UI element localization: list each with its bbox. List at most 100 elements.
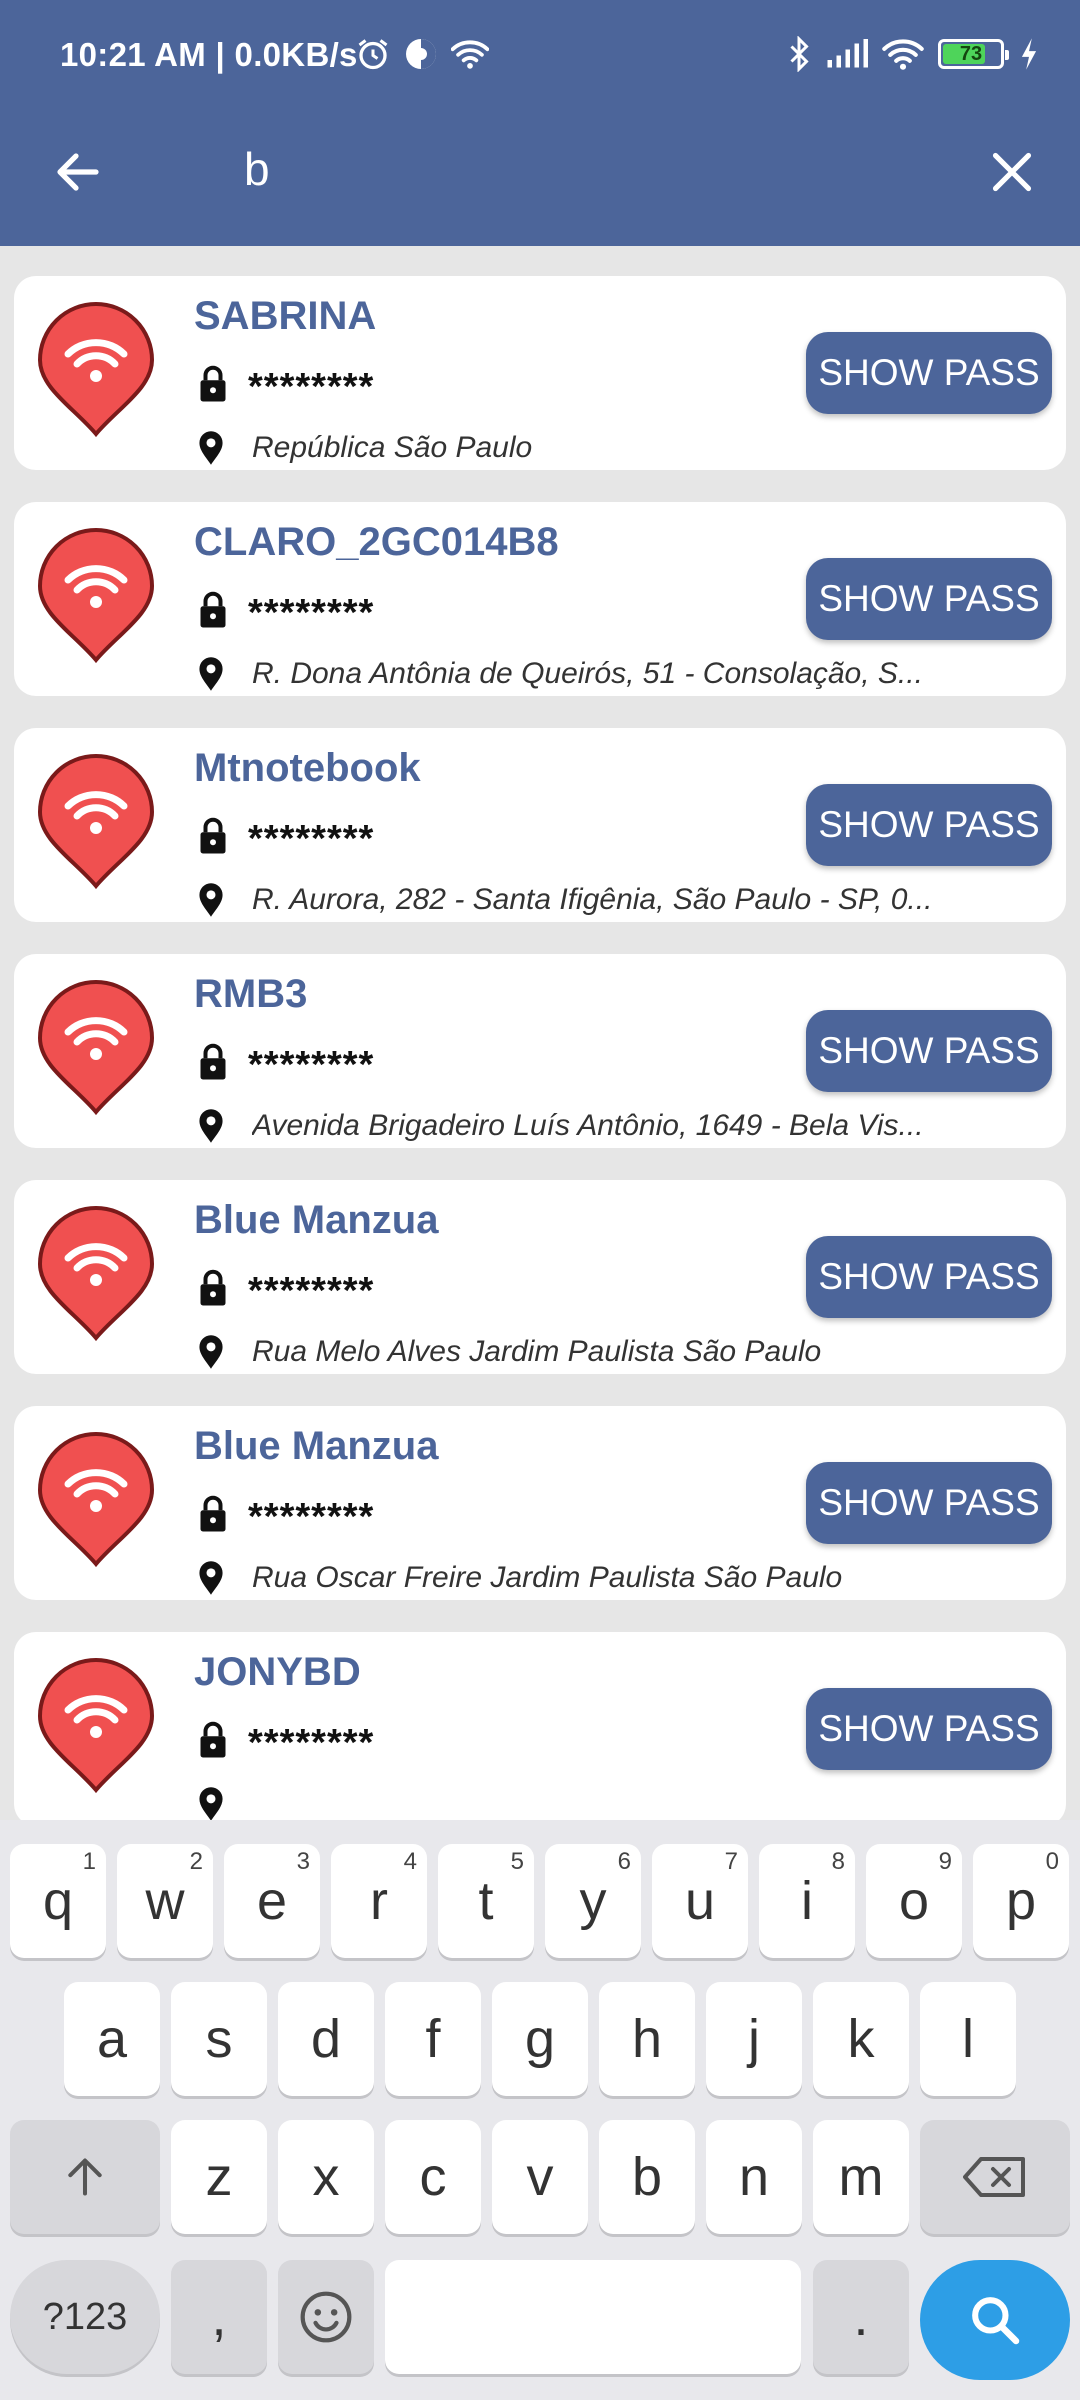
password-row: ******** — [198, 1040, 374, 1086]
key-label: r — [370, 1871, 388, 1931]
alarm-icon — [358, 39, 388, 70]
key-label: e — [256, 1871, 288, 1931]
key-label: o — [898, 1871, 930, 1931]
password-row: ******** — [198, 1492, 374, 1538]
password-mask: ******** — [248, 366, 375, 408]
key-b[interactable]: b — [599, 2120, 695, 2234]
key-a[interactable]: a — [64, 1982, 160, 2096]
lock-icon — [200, 591, 226, 627]
network-name: CLARO_2GC014B8 — [194, 520, 559, 564]
key-label: y — [579, 1871, 607, 1931]
battery-icon: 73 — [938, 39, 1009, 69]
lock-icon — [200, 365, 226, 401]
space-key[interactable] — [385, 2260, 801, 2374]
password-mask: ******** — [248, 1044, 375, 1086]
network-card[interactable]: Blue Manzua ******** Rua Oscar Freire Ja… — [14, 1406, 1066, 1600]
key-hint: 1 — [82, 1848, 96, 1875]
key-p[interactable]: p0 — [973, 1844, 1069, 1958]
password-row: ******** — [198, 814, 374, 860]
key-label: t — [478, 1871, 494, 1931]
shift-key[interactable] — [10, 2120, 160, 2234]
key-hint: 0 — [1045, 1848, 1059, 1875]
network-card[interactable]: SABRINA ******** República São Paulo SHO… — [14, 276, 1066, 470]
address-row: R. Aurora, 282 - Santa Ifigênia, São Pau… — [198, 882, 958, 918]
key-y[interactable]: y6 — [545, 1844, 641, 1958]
wifi-pin-icon — [37, 1432, 155, 1568]
key-n[interactable]: n — [706, 2120, 802, 2234]
network-name: Blue Manzua — [194, 1424, 439, 1468]
key-l[interactable]: l — [920, 1982, 1016, 2096]
password-row: ******** — [198, 1266, 374, 1312]
key-label: q — [42, 1871, 74, 1931]
show-pass-button[interactable]: SHOW PASS — [806, 1236, 1052, 1318]
lock-icon — [200, 1269, 226, 1305]
lock-icon — [200, 1721, 226, 1757]
back-button[interactable] — [46, 140, 110, 204]
arrow-left-icon — [57, 153, 99, 191]
search-key[interactable] — [920, 2260, 1070, 2380]
key-e[interactable]: e3 — [224, 1844, 320, 1958]
key-u[interactable]: u7 — [652, 1844, 748, 1958]
network-card[interactable]: JONYBD ******** SHOW PASS — [14, 1632, 1066, 1820]
key-t[interactable]: t5 — [438, 1844, 534, 1958]
backspace-key[interactable] — [920, 2120, 1070, 2234]
key-i[interactable]: i8 — [759, 1844, 855, 1958]
key-w[interactable]: w2 — [117, 1844, 213, 1958]
key-x[interactable]: x — [278, 2120, 374, 2234]
location-pin-icon — [199, 1561, 223, 1595]
key-j[interactable]: j — [706, 1982, 802, 2096]
emoji-icon — [300, 2291, 352, 2343]
address-row: Rua Oscar Freire Jardim Paulista São Pau… — [198, 1560, 958, 1596]
search-icon — [972, 2297, 1020, 2345]
show-pass-button[interactable]: SHOW PASS — [806, 1688, 1052, 1770]
network-name: Mtnotebook — [194, 746, 421, 790]
key-s[interactable]: s — [171, 1982, 267, 2096]
key-label: p — [1005, 1871, 1037, 1931]
network-card[interactable]: CLARO_2GC014B8 ******** R. Dona Antônia … — [14, 502, 1066, 696]
address-row: Rua Melo Alves Jardim Paulista São Paulo — [198, 1334, 958, 1370]
show-pass-button[interactable]: SHOW PASS — [806, 558, 1052, 640]
key-hint: 3 — [296, 1848, 310, 1875]
network-card[interactable]: RMB3 ******** Avenida Brigadeiro Luís An… — [14, 954, 1066, 1148]
network-name: JONYBD — [194, 1650, 361, 1694]
show-pass-button[interactable]: SHOW PASS — [806, 1010, 1052, 1092]
show-pass-button[interactable]: SHOW PASS — [806, 332, 1052, 414]
emoji-key[interactable] — [278, 2260, 374, 2374]
comma-key[interactable]: , — [171, 2260, 267, 2374]
key-f[interactable]: f — [385, 1982, 481, 2096]
status-bar: 10:21 AM | 0.0KB/s 73 — [0, 0, 1080, 112]
key-h[interactable]: h — [599, 1982, 695, 2096]
show-pass-button[interactable]: SHOW PASS — [806, 1462, 1052, 1544]
key-c[interactable]: c — [385, 2120, 481, 2234]
key-q[interactable]: q1 — [10, 1844, 106, 1958]
location-pin-icon — [199, 883, 223, 917]
key-label: u — [684, 1871, 716, 1931]
search-input[interactable]: b — [244, 142, 270, 196]
key-z[interactable]: z — [171, 2120, 267, 2234]
network-card[interactable]: Mtnotebook ******** R. Aurora, 282 - San… — [14, 728, 1066, 922]
location-pin-icon — [199, 657, 223, 691]
search-bar: b — [0, 112, 1080, 246]
app-bar: 10:21 AM | 0.0KB/s 73 b — [0, 0, 1080, 246]
key-k[interactable]: k — [813, 1982, 909, 2096]
key-g[interactable]: g — [492, 1982, 588, 2096]
key-m[interactable]: m — [813, 2120, 909, 2234]
clear-search-button[interactable] — [980, 140, 1044, 204]
battery-level: 73 — [959, 42, 983, 65]
location-pin-icon — [199, 431, 223, 465]
key-d[interactable]: d — [278, 1982, 374, 2096]
status-time: 10:21 AM | 0.0KB/s — [60, 36, 358, 73]
data-saver-icon — [406, 39, 436, 69]
symbols-key[interactable]: ?123 — [10, 2260, 160, 2374]
status-icons-left — [355, 36, 489, 72]
key-v[interactable]: v — [492, 2120, 588, 2234]
soft-keyboard: q1 w2 e3 r4 t5 y6 u7 i8 o9 p0 a s d f g … — [0, 1820, 1080, 2400]
show-pass-button[interactable]: SHOW PASS — [806, 784, 1052, 866]
password-row: ******** — [198, 362, 374, 408]
key-o[interactable]: o9 — [866, 1844, 962, 1958]
key-r[interactable]: r4 — [331, 1844, 427, 1958]
address-row: R. Dona Antônia de Queirós, 51 - Consola… — [198, 656, 958, 692]
signal-icon — [827, 39, 868, 68]
period-key[interactable]: . — [813, 2260, 909, 2374]
network-card[interactable]: Blue Manzua ******** Rua Melo Alves Jard… — [14, 1180, 1066, 1374]
